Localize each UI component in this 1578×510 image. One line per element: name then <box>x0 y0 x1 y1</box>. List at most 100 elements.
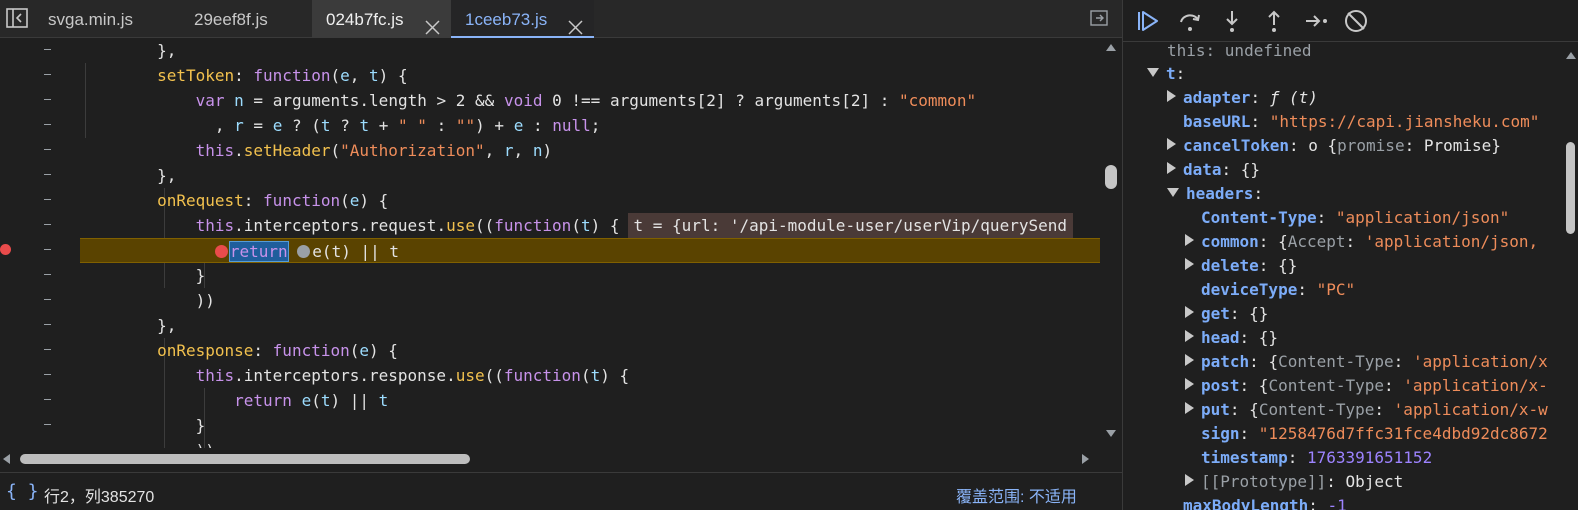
tab-file[interactable]: 024b7fc.js <box>312 0 451 38</box>
gutter-line[interactable] <box>0 238 80 263</box>
coverage-link[interactable]: 覆盖范围: 不适用 <box>956 483 1077 507</box>
vertical-scroll-thumb[interactable] <box>1105 165 1117 189</box>
gutter-line[interactable] <box>0 388 80 413</box>
expand-icon[interactable] <box>1185 354 1194 366</box>
toggle-debugger-icon[interactable] <box>1090 10 1108 26</box>
tab-file[interactable]: svga.min.js <box>34 0 194 38</box>
expand-icon[interactable] <box>1185 330 1194 342</box>
gutter-line[interactable] <box>0 63 80 88</box>
tab-file[interactable]: 29eef8f.js <box>180 0 312 38</box>
scope-property-row[interactable]: sign: "1258476d7ffc31fce4dbd92dc8672 <box>1201 422 1548 446</box>
step-out-icon[interactable] <box>1261 8 1287 34</box>
scope-property-row[interactable]: deviceType: "PC" <box>1201 278 1355 302</box>
expand-icon[interactable] <box>1167 90 1176 102</box>
scope-property-row[interactable]: Content-Type: "application/json" <box>1201 206 1509 230</box>
scope-property-row[interactable]: post: {Content-Type: 'application/x- <box>1185 374 1548 398</box>
horizontal-scrollbar[interactable] <box>0 448 1100 470</box>
expand-icon[interactable] <box>1185 234 1194 246</box>
scope-property-row[interactable]: common: {Accept: 'application/json, <box>1185 230 1538 254</box>
code-line[interactable]: this.interceptors.request.use((function(… <box>80 213 1100 238</box>
scope-property-row[interactable]: data: {} <box>1167 158 1260 182</box>
scope-row-this[interactable]: this: undefined <box>1167 42 1312 63</box>
scroll-down-icon[interactable] <box>1106 430 1116 437</box>
gutter-line[interactable] <box>0 88 80 113</box>
gutter-line[interactable] <box>0 363 80 388</box>
step-icon[interactable] <box>1303 8 1329 34</box>
code-line[interactable]: } <box>80 263 1100 288</box>
breakpoint-marker[interactable] <box>0 244 11 255</box>
code-line[interactable]: )) <box>80 438 1100 448</box>
code-line[interactable]: )) <box>80 288 1100 313</box>
deactivate-breakpoints-icon[interactable] <box>1343 8 1369 34</box>
code-line[interactable]: } <box>80 413 1100 438</box>
line-marker <box>44 74 51 75</box>
expand-icon[interactable] <box>1185 474 1194 486</box>
expand-icon[interactable] <box>1167 138 1176 150</box>
close-tab-icon[interactable] <box>567 11 584 35</box>
expand-icon[interactable] <box>1185 306 1194 318</box>
collapse-icon[interactable] <box>1147 68 1159 77</box>
gutter-line[interactable] <box>0 263 80 288</box>
scope-property-row[interactable]: [[Prototype]]: Object <box>1185 470 1403 494</box>
resume-icon[interactable] <box>1135 8 1161 34</box>
expand-icon[interactable] <box>1185 258 1194 270</box>
line-gutter[interactable] <box>0 38 80 450</box>
scope-scroll-up-icon[interactable] <box>1566 52 1576 59</box>
code-line[interactable]: }, <box>80 38 1100 63</box>
scope-property-row[interactable]: headers: <box>1167 182 1273 206</box>
code-line[interactable]: , r = e ? (t ? t + " " : "") + e : null; <box>80 113 1100 138</box>
scroll-right-icon[interactable] <box>1082 454 1089 464</box>
scope-row-t[interactable]: t: <box>1147 62 1185 86</box>
gutter-line[interactable] <box>0 163 80 188</box>
gutter-line[interactable] <box>0 38 80 63</box>
gutter-line[interactable] <box>0 213 80 238</box>
expand-icon[interactable] <box>1185 402 1194 414</box>
scope-scrollbar[interactable] <box>1563 42 1578 510</box>
step-into-icon[interactable] <box>1219 8 1245 34</box>
scope-property-row[interactable]: baseURL: "https://capi.jiansheku.com" <box>1183 110 1539 134</box>
pretty-print-button[interactable]: { } <box>6 481 39 502</box>
scroll-up-icon[interactable] <box>1106 44 1116 51</box>
gutter-line[interactable] <box>0 288 80 313</box>
gutter-line[interactable] <box>0 313 80 338</box>
scope-property-row[interactable]: timestamp: 1763391651152 <box>1201 446 1432 470</box>
paused-execution-line[interactable]: return e(t) || t <box>80 238 1100 263</box>
inline-breakpoint-icon[interactable] <box>297 245 311 258</box>
expand-icon[interactable] <box>1185 378 1194 390</box>
step-over-icon[interactable] <box>1177 8 1203 34</box>
collapse-icon[interactable] <box>1167 188 1179 197</box>
gutter-line[interactable] <box>0 413 80 438</box>
gutter-line[interactable] <box>0 338 80 363</box>
code-line[interactable]: }, <box>80 313 1100 338</box>
scope-property-row[interactable]: patch: {Content-Type: 'application/x <box>1185 350 1548 374</box>
scope-property-row[interactable]: put: {Content-Type: 'application/x-w <box>1185 398 1548 422</box>
scroll-left-icon[interactable] <box>3 454 10 464</box>
code-line[interactable]: var n = arguments.length > 2 && void 0 !… <box>80 88 1100 113</box>
code-line[interactable]: return e(t) || t <box>80 388 1100 413</box>
code-line[interactable]: }, <box>80 163 1100 188</box>
toggle-navigator-icon[interactable] <box>6 8 28 28</box>
code-line[interactable]: setToken: function(e, t) { <box>80 63 1100 88</box>
tab-file[interactable]: 1ceeb73.js <box>451 0 594 38</box>
expand-icon[interactable] <box>1167 162 1176 174</box>
scope-property-row[interactable]: adapter: ƒ (t) <box>1167 86 1318 110</box>
breakpoint-marker-icon[interactable] <box>214 245 228 258</box>
code-line[interactable]: onRequest: function(e) { <box>80 188 1100 213</box>
code-line[interactable]: this.setHeader("Authorization", r, n) <box>80 138 1100 163</box>
code-area[interactable]: }, setToken: function(e, t) { var n = ar… <box>80 38 1100 448</box>
vertical-scrollbar[interactable] <box>1100 38 1122 448</box>
code-line[interactable]: this.interceptors.response.use((function… <box>80 363 1100 388</box>
scope-property-row[interactable]: head: {} <box>1185 326 1278 350</box>
scope-property-row[interactable]: cancelToken: o {promise: Promise} <box>1167 134 1501 158</box>
code-line[interactable]: onResponse: function(e) { <box>80 338 1100 363</box>
scope-property-row[interactable]: delete: {} <box>1185 254 1297 278</box>
scope-property-row[interactable]: get: {} <box>1185 302 1268 326</box>
scope-property-row[interactable]: maxBodyLength: -1 <box>1183 494 1347 510</box>
scope-scroll-thumb[interactable] <box>1566 142 1575 234</box>
line-marker <box>44 349 51 350</box>
gutter-line[interactable] <box>0 188 80 213</box>
horizontal-scroll-thumb[interactable] <box>20 454 470 464</box>
gutter-line[interactable] <box>0 113 80 138</box>
close-tab-icon[interactable] <box>424 11 441 35</box>
gutter-line[interactable] <box>0 138 80 163</box>
